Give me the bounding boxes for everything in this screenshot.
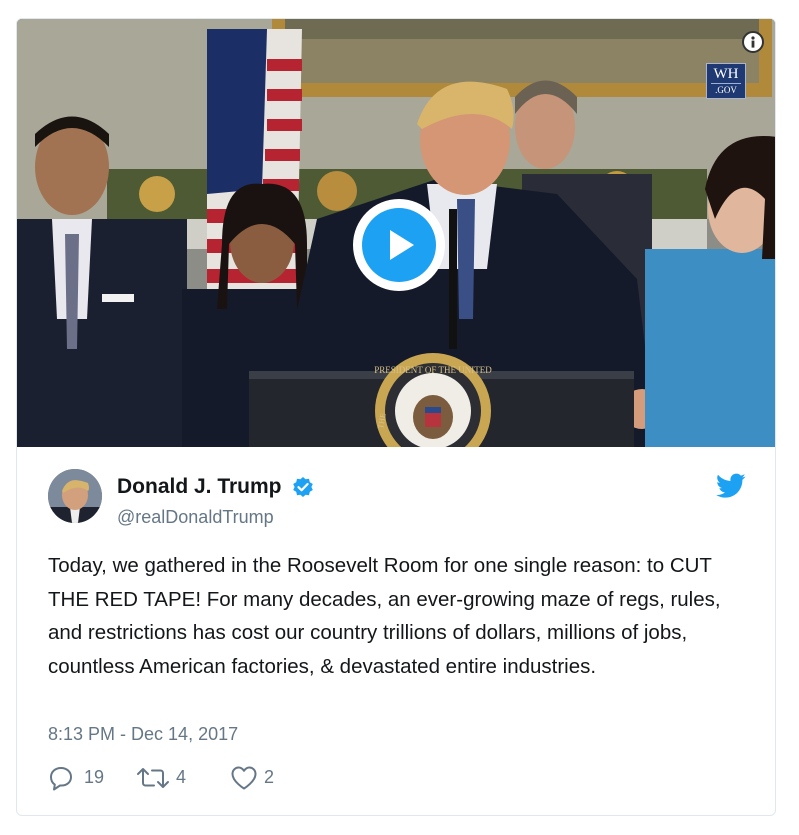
retweet-count: 4 — [176, 767, 187, 787]
retweet-button[interactable]: 4 — [136, 765, 198, 793]
verified-badge-icon — [293, 477, 313, 497]
retweet-icon — [137, 768, 169, 788]
play-button[interactable] — [353, 199, 445, 291]
heart-icon — [231, 766, 257, 790]
seal-text: PRESIDENT OF THE UNITED — [374, 365, 492, 375]
tweet-text: Today, we gathered in the Roosevelt Room… — [48, 554, 721, 678]
tweet-timestamp[interactable]: 8:13 PM - Dec 14, 2017 — [48, 724, 238, 745]
play-icon — [390, 230, 414, 260]
reply-icon — [50, 767, 72, 791]
avatar[interactable] — [48, 469, 102, 523]
reply-button[interactable]: 19 — [48, 765, 112, 793]
wh-logo-line1: WH — [713, 66, 739, 82]
wh-logo-line2: .GOV — [711, 83, 741, 96]
name-row: Donald J. Trump — [117, 475, 314, 501]
user-handle[interactable]: @realDonaldTrump — [117, 507, 274, 528]
display-name[interactable]: Donald J. Trump — [117, 475, 282, 498]
wh-gov-logo: WH .GOV — [706, 63, 746, 99]
like-button[interactable]: 2 — [230, 765, 286, 793]
tweet-card: PRESIDENT OF THE UNITED THE WH .GOV Dona… — [16, 18, 776, 816]
like-count: 2 — [264, 767, 275, 787]
video-player[interactable]: PRESIDENT OF THE UNITED THE WH .GOV — [17, 19, 775, 447]
tweet-header: Donald J. Trump @realDonaldTrump — [48, 469, 748, 529]
reply-count: 19 — [84, 767, 105, 787]
info-icon[interactable] — [742, 31, 764, 53]
twitter-bird-icon[interactable] — [716, 473, 746, 499]
